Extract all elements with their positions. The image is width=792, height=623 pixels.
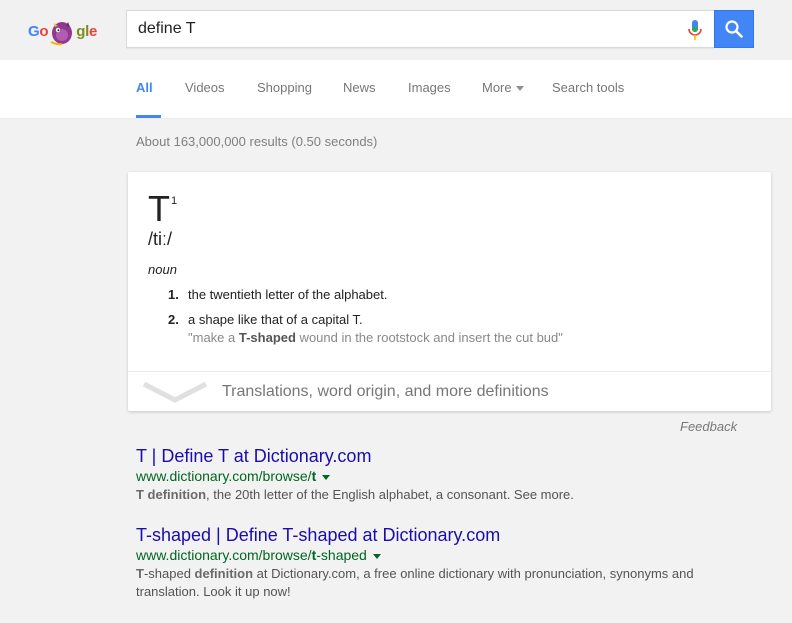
tab-videos[interactable]: Videos: [185, 80, 225, 95]
header: G o gl e define T: [0, 0, 792, 60]
search-button[interactable]: [714, 10, 754, 48]
result-snippet: T-shaped definition at Dictionary.com, a…: [136, 565, 736, 601]
url-highlight: t: [311, 468, 317, 484]
url-text: www.dictionary.com/browse/: [136, 468, 312, 484]
headword-superscript: 1: [171, 195, 178, 207]
usage-example: "make a T-shaped wound in the rootstock …: [188, 330, 563, 345]
phonetic-spelling: /tiː/: [148, 229, 173, 249]
url-menu-caret-icon[interactable]: [372, 553, 381, 559]
result-title-link[interactable]: T | Define T at Dictionary.com: [136, 446, 736, 467]
search-query-text[interactable]: define T: [138, 20, 196, 38]
sense-text: the twentieth letter of the alphabet.: [188, 287, 388, 302]
dictionary-card: T1 /tiː/ noun 1. the twentieth letter of …: [128, 172, 771, 411]
google-doodle-logo[interactable]: G o gl e: [28, 15, 97, 47]
tab-more[interactable]: More: [482, 80, 524, 95]
url-text: www.dictionary.com/browse/: [136, 547, 312, 563]
search-result: T | Define T at Dictionary.com www.dicti…: [136, 446, 736, 504]
result-url: www.dictionary.com/browse/t-shaped: [136, 547, 736, 563]
logo-letter-g: G: [28, 22, 40, 40]
part-of-speech: noun: [148, 262, 177, 277]
tab-all[interactable]: All: [136, 80, 153, 95]
definition-headword: T1: [148, 188, 177, 230]
example-text: "make a: [188, 330, 239, 345]
url-menu-caret-icon[interactable]: [322, 474, 331, 480]
tab-images[interactable]: Images: [408, 80, 451, 95]
search-tabs-bar: All Videos Shopping News Images More Sea…: [0, 60, 792, 119]
sense-number: 2.: [168, 312, 179, 327]
sense-number: 1.: [168, 287, 179, 302]
logo-letters-gl: gl: [76, 22, 89, 40]
result-url: www.dictionary.com/browse/t: [136, 468, 736, 484]
snippet-text: -shaped: [143, 566, 195, 581]
headword-text: T: [148, 188, 170, 229]
doodle-character-icon: [50, 22, 73, 46]
tab-shopping[interactable]: Shopping: [257, 80, 312, 95]
snippet-highlight: T: [136, 566, 144, 581]
snippet-text: , the 20th letter of the English alphabe…: [206, 487, 574, 502]
definition-sense: 1. the twentieth letter of the alphabet.: [168, 287, 387, 302]
definition-sense: 2. a shape like that of a capital T. "mak…: [168, 312, 563, 345]
tab-more-label: More: [482, 80, 512, 95]
feedback-link[interactable]: Feedback: [680, 419, 737, 434]
url-text: -shaped: [316, 547, 367, 563]
result-snippet: T definition, the 20th letter of the Eng…: [136, 486, 736, 504]
more-definitions-expander[interactable]: Translations, word origin, and more defi…: [128, 371, 771, 411]
search-input[interactable]: define T: [126, 10, 714, 48]
active-tab-indicator: [136, 115, 161, 118]
result-stats: About 163,000,000 results (0.50 seconds): [136, 134, 378, 149]
snippet-highlight: T definition: [136, 487, 207, 502]
tab-search-tools[interactable]: Search tools: [552, 80, 624, 95]
logo-letter-o: o: [39, 22, 49, 40]
example-highlight: T-shaped: [238, 330, 296, 345]
more-definitions-label: Translations, word origin, and more defi…: [222, 383, 549, 400]
sense-text: a shape like that of a capital T.: [188, 312, 363, 327]
chevron-down-icon: [142, 381, 208, 403]
example-text: wound in the rootstock and insert the cu…: [295, 330, 563, 345]
logo-letter-e: e: [88, 22, 98, 40]
caret-down-icon: [515, 86, 524, 92]
result-title-link[interactable]: T-shaped | Define T-shaped at Dictionary…: [136, 525, 736, 546]
magnifier-icon: [725, 20, 743, 38]
tab-news[interactable]: News: [343, 80, 376, 95]
snippet-highlight: definition: [194, 566, 254, 581]
search-result: T-shaped | Define T-shaped at Dictionary…: [136, 525, 736, 601]
microphone-icon[interactable]: [686, 19, 704, 41]
